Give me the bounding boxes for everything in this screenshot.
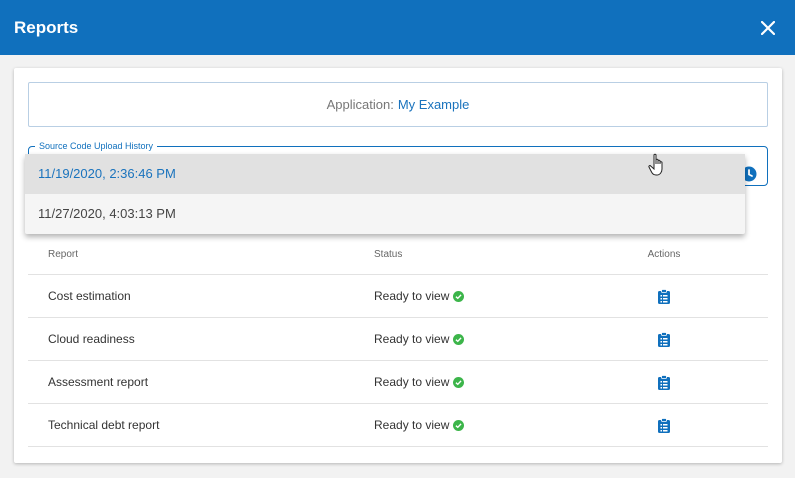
status-cell: Ready to view	[374, 375, 604, 389]
reports-dialog: Reports Application: My Example Source C…	[0, 0, 795, 478]
check-circle-icon	[453, 419, 465, 431]
header-report: Report	[48, 249, 79, 260]
header-actions: Actions	[647, 249, 681, 260]
hand-pointer-icon	[648, 153, 666, 182]
dialog-header: Reports	[0, 0, 795, 55]
status-text: Ready to view	[374, 418, 450, 432]
status-text: Ready to view	[374, 289, 450, 303]
status-text: Ready to view	[374, 375, 450, 389]
header-status: Status	[374, 249, 403, 260]
close-icon[interactable]	[757, 17, 779, 39]
report-name: Assessment report	[48, 375, 149, 389]
check-circle-icon	[453, 376, 465, 388]
reports-panel: Application: My Example Source Code Uplo…	[14, 68, 782, 463]
status-cell: Ready to view	[374, 418, 604, 432]
check-circle-icon	[453, 333, 465, 345]
actions-cell	[604, 288, 724, 304]
reports-table: Report Status Actions Cost estimation Re…	[28, 235, 768, 447]
clipboard-list-icon[interactable]	[658, 417, 670, 433]
application-name: My Example	[397, 97, 470, 112]
table-row: Cost estimation Ready to view	[28, 275, 768, 318]
upload-history-legend: Source Code Upload History	[35, 141, 158, 151]
report-name: Technical debt report	[48, 418, 160, 432]
report-name: Cost estimation	[48, 289, 131, 303]
table-row: Cloud readiness Ready to view	[28, 318, 768, 361]
report-name: Cloud readiness	[48, 332, 135, 346]
table-row: Assessment report Ready to view	[28, 361, 768, 404]
status-text: Ready to view	[374, 332, 450, 346]
upload-history-dropdown: 11/19/2020, 2:36:46 PM 11/27/2020, 4:03:…	[25, 154, 745, 234]
check-circle-icon	[453, 290, 465, 302]
dialog-title: Reports	[14, 17, 79, 37]
clipboard-list-icon[interactable]	[658, 288, 670, 304]
clipboard-list-icon[interactable]	[658, 331, 670, 347]
application-box: Application: My Example	[28, 82, 768, 127]
actions-cell	[604, 417, 724, 433]
table-header: Report Status Actions	[28, 235, 768, 275]
dropdown-option[interactable]: 11/27/2020, 4:03:13 PM	[25, 194, 745, 234]
dropdown-option[interactable]: 11/19/2020, 2:36:46 PM	[25, 154, 745, 194]
status-cell: Ready to view	[374, 289, 604, 303]
actions-cell	[604, 331, 724, 347]
application-label: Application:	[326, 97, 394, 112]
table-row: Technical debt report Ready to view	[28, 404, 768, 447]
clipboard-list-icon[interactable]	[658, 374, 670, 390]
status-cell: Ready to view	[374, 332, 604, 346]
actions-cell	[604, 374, 724, 390]
